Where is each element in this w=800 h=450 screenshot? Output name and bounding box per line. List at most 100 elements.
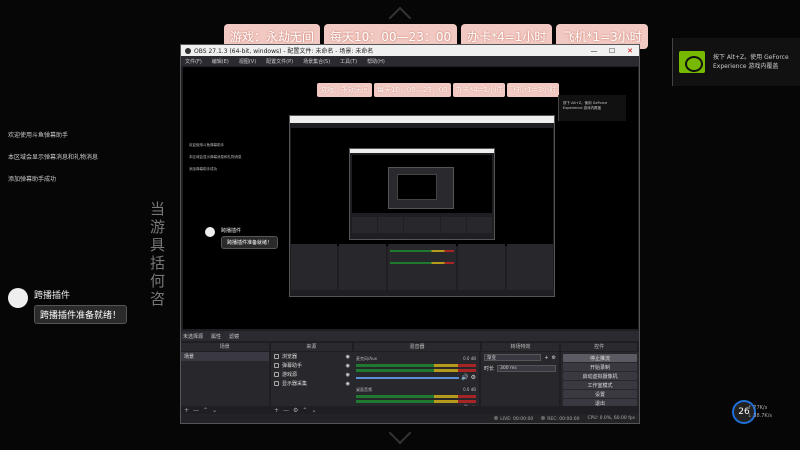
source-item[interactable]: 浏览器 ◉ (271, 352, 353, 361)
nested-tag: 办卡*4=1小时 (452, 83, 505, 97)
transitions-header: 转场特效 (481, 343, 560, 351)
audio-mixer-dock: 麦克风/Aux 0.0 dB 🔊 ⚙ 桌面音频 0.0 dB 🔊 ⚙ (353, 352, 479, 406)
network-speed: ↑ 77K/s ↓ 38.7K/s (748, 404, 772, 420)
rec-indicator-icon (541, 415, 546, 420)
source-item-label: 显示器采集 (282, 381, 308, 387)
obs-window-title: OBS 27.1.3 (64-bit, windows) - 配置文件: 未命名… (194, 48, 374, 55)
rec-time: REC: 00:00:00 (547, 416, 580, 422)
menu-edit[interactable]: 编辑(E) (212, 58, 229, 65)
duration-label: 时长 (484, 366, 495, 372)
eye-icon[interactable]: ◉ (346, 354, 350, 360)
source-item[interactable]: 弹幕助手 ◉ (271, 361, 353, 370)
transition-type-select[interactable]: 渐变 (484, 354, 542, 361)
add-transition-button[interactable]: + (544, 355, 548, 361)
no-source-label: 未选择源 (183, 333, 204, 340)
nested-obs-window (289, 115, 555, 297)
nested-docks (291, 244, 553, 290)
nested-plugin-avatar (205, 227, 215, 237)
plugin-name: 跨播插件 (34, 291, 71, 301)
gear-icon[interactable]: ⚙ (471, 405, 476, 406)
mixer-header: 混音器 (354, 343, 480, 351)
chat-message: 本区域会显示弹幕消息和礼物消息 (8, 154, 99, 161)
start-recording-button[interactable]: 开始录制 (563, 363, 637, 371)
obs-statusbar: LIVE: 00:00:00 REC: 00:00:00 CPU: 0.0%, … (181, 414, 639, 423)
monitor-capture-icon (274, 381, 279, 386)
menu-file[interactable]: 文件(F) (185, 58, 202, 65)
nested-tag: 游戏：永劫无间 (317, 83, 372, 97)
controls-dock: 停止推流 开始录制 启动虚拟摄像机 工作室模式 设置 退出 (561, 352, 639, 406)
nvidia-overlay-popup[interactable]: 按下 Alt+Z。使用 GeForce Experience 游戏内覆盖 (672, 38, 800, 86)
menu-help[interactable]: 帮助(H) (367, 58, 385, 65)
menu-tools[interactable]: 工具(T) (340, 58, 357, 65)
nested-nvidia-popup: 按下 Alt+Z。使用 GeForce Experience 游戏内覆盖 (558, 95, 626, 121)
duration-input[interactable]: 300 ms (497, 365, 556, 372)
menu-scene-collection[interactable]: 场景集合(S) (303, 58, 330, 65)
gear-icon[interactable]: ⚙ (552, 355, 556, 361)
channel-name: 桌面音频 (356, 387, 372, 392)
nested-tag: 每天10：00—23：00 (374, 83, 451, 97)
close-button[interactable]: ✕ (621, 47, 639, 55)
speaker-icon[interactable]: 🔊 (461, 405, 468, 406)
obs-titlebar[interactable]: OBS 27.1.3 (64-bit, windows) - 配置文件: 未命名… (181, 45, 639, 56)
nested-tag: 飞机*1=3小时 (506, 83, 560, 97)
menu-profile[interactable]: 配置文件(P) (266, 58, 293, 65)
source-item[interactable]: 游戏源 ◉ (271, 370, 353, 379)
scene-item-label: 场景 (184, 354, 195, 360)
obs-menubar: 文件(F) 编辑(E) 视图(V) 配置文件(P) 场景集合(S) 工具(T) … (181, 56, 639, 66)
minimize-button[interactable]: — (585, 47, 603, 55)
speaker-icon[interactable]: 🔊 (461, 374, 468, 381)
live-time: LIVE: 00:00:00 (500, 416, 534, 422)
source-item[interactable]: 显示器采集 ◉ (271, 379, 353, 388)
obs-logo-icon (185, 47, 191, 54)
nested-chat-message: 欢迎使用斗鱼弹幕助手 (189, 143, 224, 147)
download-speed: ↓ 38.7K/s (747, 413, 772, 419)
obs-window[interactable]: OBS 27.1.3 (64-bit, windows) - 配置文件: 未命名… (180, 44, 640, 424)
maximize-button[interactable]: ☐ (603, 47, 621, 55)
rec-status: REC: 00:00:00 (541, 415, 580, 422)
stop-streaming-button[interactable]: 停止推流 (563, 354, 637, 362)
eye-icon[interactable]: ◉ (346, 381, 350, 387)
channel-name: 麦克风/Aux (356, 356, 377, 361)
sources-header: 来源 (270, 343, 353, 351)
preview-toolbar: 未选择源 属性 滤镜 (181, 331, 639, 341)
nested-plugin-name: 跨播插件 (221, 228, 242, 234)
channel-db: 0.0 dB (463, 387, 476, 392)
nested-tags: 游戏：永劫无间 每天10：00—23：00 办卡*4=1小时 飞机*1=3小时 (317, 83, 560, 97)
nested-chat-message: 添加弹幕助手成功 (189, 167, 217, 171)
live-indicator-icon (494, 415, 499, 420)
nested-nvidia-line: Experience 游戏内覆盖 (563, 106, 602, 110)
scenes-dock: 场景 (181, 352, 269, 406)
exit-button[interactable]: 退出 (563, 399, 637, 406)
properties-button[interactable]: 属性 (211, 333, 221, 340)
channel-db: 0.0 dB (463, 356, 476, 361)
source-item-label: 游戏源 (282, 372, 298, 378)
source-item-label: 浏览器 (282, 354, 298, 360)
start-virtual-camera-button[interactable]: 启动虚拟摄像机 (563, 372, 637, 380)
decor-chevron (388, 421, 412, 445)
gear-icon[interactable]: ⚙ (471, 374, 476, 381)
transitions-dock: 渐变 + ⚙ 时长 300 ms (481, 352, 559, 406)
controls-header: 控件 (561, 343, 637, 351)
screen: 游戏：永劫无间 每天10：00—23：00 办卡*4=1小时 飞机*1=3小时 … (0, 0, 800, 450)
eye-icon[interactable]: ◉ (346, 372, 350, 378)
dock-headers: 场景 来源 混音器 转场特效 控件 (181, 343, 639, 351)
upload-speed: ↑ 77K/s (747, 405, 768, 411)
game-capture-icon (274, 372, 279, 377)
menu-view[interactable]: 视图(V) (239, 58, 256, 65)
nested-plugin-message: 跨播插件准备就绪！ (221, 236, 279, 249)
source-item-label: 弹幕助手 (282, 363, 303, 369)
filters-button[interactable]: 滤镜 (229, 333, 239, 340)
eye-icon[interactable]: ◉ (346, 363, 350, 369)
volume-meter (356, 364, 476, 367)
scene-item[interactable]: 场景 (181, 352, 269, 361)
scenes-header: 场景 (181, 343, 269, 351)
volume-slider[interactable] (356, 376, 460, 379)
nested-obs-window-2 (349, 148, 495, 240)
obs-preview-canvas[interactable]: 游戏：永劫无间 每天10：00—23：00 办卡*4=1小时 飞机*1=3小时 … (183, 67, 638, 329)
studio-mode-button[interactable]: 工作室模式 (563, 381, 637, 389)
volume-meter (356, 400, 476, 403)
recursive-capture: 游戏：永劫无间 每天10：00—23：00 办卡*4=1小时 飞机*1=3小时 … (183, 67, 638, 329)
nvidia-logo-icon (679, 51, 705, 73)
nested-plugin-notice: 跨播插件 跨播插件准备就绪！ (205, 227, 279, 249)
settings-button[interactable]: 设置 (563, 390, 637, 398)
